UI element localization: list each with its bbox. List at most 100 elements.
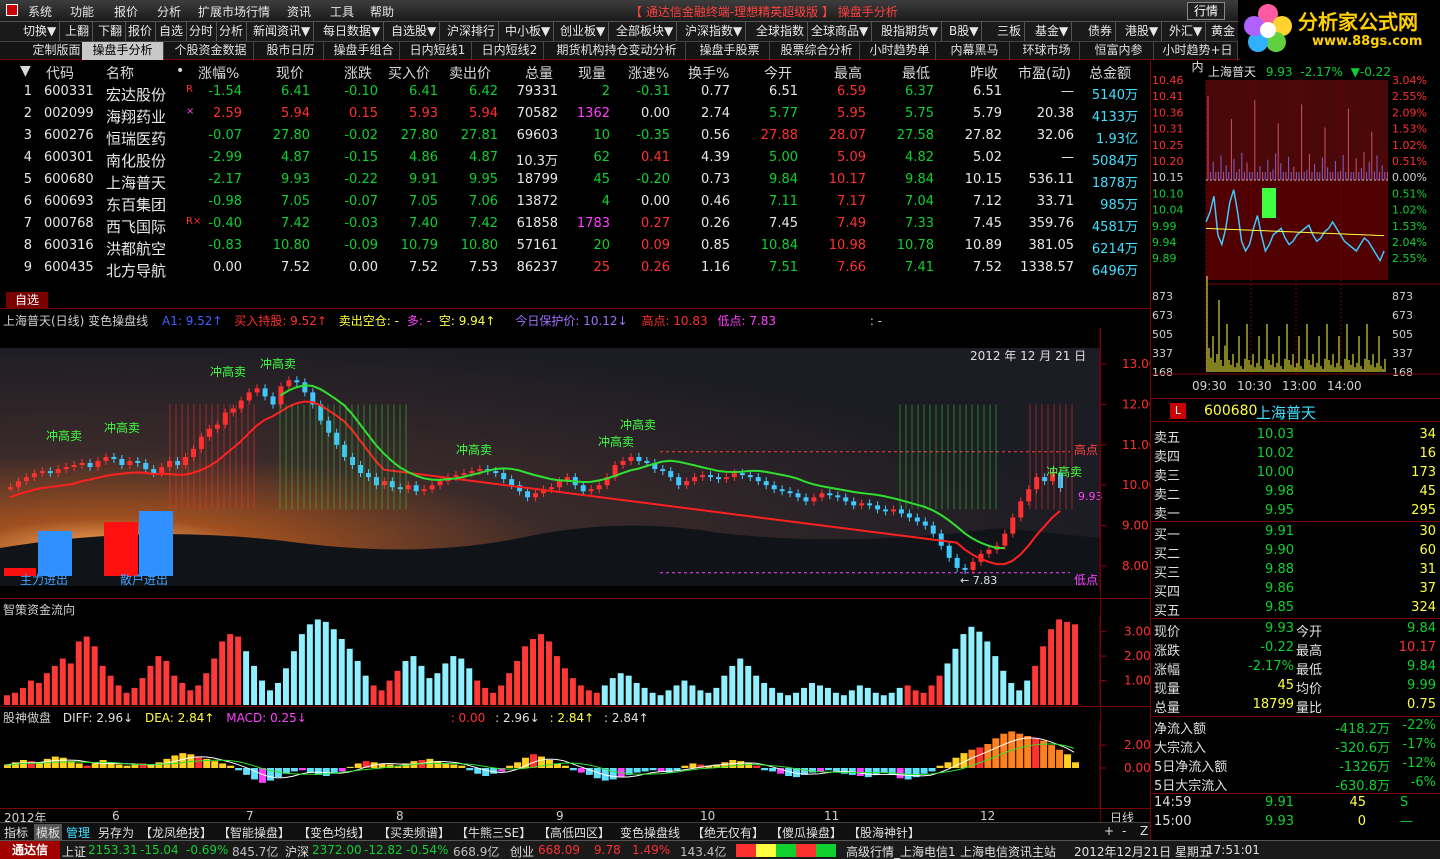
indicator-tab-13[interactable]: 【股海神针】 <box>848 824 920 841</box>
tab-14[interactable]: 小时趋势+日内 <box>1158 42 1238 74</box>
tab-13[interactable]: 恒富内参 <box>1084 42 1154 60</box>
column-header[interactable]: 今开 <box>764 63 792 83</box>
menu-system[interactable]: 系统 <box>28 3 52 20</box>
stat-row[interactable]: 涨跌 -0.22 最高 10.17 <box>1150 639 1440 659</box>
toolbar-item[interactable]: 港股▼ <box>1122 22 1163 41</box>
indicator-tab-3[interactable]: 另存为 <box>98 824 134 841</box>
ask-row[interactable]: 卖五 10.03 34 <box>1150 426 1440 446</box>
intraday-chart[interactable]: 10.46 10.41 10.36 10.31 10.25 10.20 10.15 10.10… <box>1150 62 1440 394</box>
tick-row[interactable]: 15:00 9.93 0 — <box>1150 813 1440 832</box>
tab-9[interactable]: 股票综合分析 <box>774 42 860 60</box>
ask-row[interactable]: 卖一 9.95 295 <box>1150 502 1440 522</box>
ask-row[interactable]: 卖三 10.00 173 <box>1150 464 1440 484</box>
watchlist-tab[interactable]: 自选 <box>6 292 48 308</box>
tab-6[interactable]: 日内短线2 <box>476 42 544 60</box>
tab-8[interactable]: 操盘手股票 <box>690 42 770 60</box>
stat-row[interactable]: 现价 9.93 今开 9.84 <box>1150 620 1440 640</box>
toolbar-item[interactable]: 债券 <box>1085 22 1117 41</box>
column-header[interactable]: 现量 <box>578 63 606 83</box>
tab-4[interactable]: 操盘手组合 <box>328 42 400 60</box>
cy-label[interactable]: 创业 <box>510 843 534 859</box>
column-header[interactable]: 最高 <box>834 63 862 83</box>
bid-row[interactable]: 买二 9.90 60 <box>1150 542 1440 562</box>
menu-extended-market[interactable]: 扩展市场行情 <box>198 3 270 20</box>
ask-row[interactable]: 卖二 9.98 45 <box>1150 483 1440 503</box>
indicator-tab-0[interactable]: 指标 <box>4 824 28 841</box>
fund-flow-row[interactable]: 大宗流入 -320.6万 -17% <box>1150 736 1440 756</box>
column-header[interactable]: 名称 <box>106 63 134 83</box>
table-row[interactable]: 1 600331 宏达股份 R -1.54 6.41 -0.10 6.41 6.42 79331 2… <box>0 82 1150 104</box>
stat-row[interactable]: 现量 45 均价 9.99 <box>1150 677 1440 697</box>
indicator-tab-10[interactable]: 变色操盘线 <box>620 824 680 841</box>
column-header[interactable]: 涨跌 <box>344 63 372 83</box>
toolbar-item[interactable]: 自选股▼ <box>388 22 441 41</box>
toolbar-item[interactable]: 新闻资讯▼ <box>250 22 315 41</box>
zoom-tool-button[interactable]: + <box>1104 824 1114 838</box>
table-row[interactable]: 3 600276 恒瑞医药 -0.07 27.80 -0.02 27.80 27.81 6960… <box>0 126 1150 148</box>
brand[interactable]: 通达信 <box>0 841 60 859</box>
column-header[interactable]: ▼ <box>20 63 31 79</box>
menu-quote[interactable]: 报价 <box>114 3 138 20</box>
indicator-tab-12[interactable]: 【傻瓜操盘】 <box>770 824 842 841</box>
indicator-tab-9[interactable]: 【高低四区】 <box>538 824 610 841</box>
fund-flow-row[interactable]: 5日净流入额 -1326万 -12% <box>1150 755 1440 775</box>
tab-3[interactable]: 股市日历 <box>258 42 324 60</box>
column-header[interactable]: 市盈(动) <box>1018 63 1071 83</box>
column-header[interactable]: 涨速% <box>628 63 669 83</box>
menu-news[interactable]: 资讯 <box>287 3 311 20</box>
toolbar-item[interactable]: 每日数据▼ <box>320 22 385 41</box>
info-server[interactable]: 上海电信资讯主站 <box>960 843 1056 859</box>
column-header[interactable]: 买入价 <box>388 63 430 83</box>
fund-flow-chart[interactable]: 3.00 2.00 1.00 <box>0 615 1150 707</box>
toolbar-item[interactable]: 股指期货▼ <box>878 22 943 41</box>
server-name[interactable]: 高级行情_上海电信1 <box>846 843 956 859</box>
tab-5[interactable]: 日内短线1 <box>404 42 472 60</box>
kline-chart[interactable]: 13.0012.0011.0010.009.008.00 冲高卖冲高卖冲高卖冲高… <box>0 328 1150 590</box>
fund-flow-row[interactable]: 净流入额 -418.2万 -22% <box>1150 717 1440 737</box>
indicator-tab-7[interactable]: 【买卖频谱】 <box>378 824 450 841</box>
column-header[interactable]: 卖出价 <box>449 63 491 83</box>
tab-1[interactable]: 操盘手分析 <box>82 42 164 60</box>
sh-label[interactable]: 上证 <box>62 843 86 859</box>
menu-help[interactable]: 帮助 <box>370 3 394 20</box>
toolbar-item[interactable]: 外汇▼ <box>1166 22 1207 41</box>
column-header[interactable]: 代码 <box>46 63 74 83</box>
toolbar-item[interactable]: 全部板块▼ <box>613 22 678 41</box>
indicator-tab-5[interactable]: 【智能操盘】 <box>218 824 290 841</box>
toolbar-item[interactable]: B股▼ <box>946 22 983 41</box>
bid-row[interactable]: 买三 9.88 31 <box>1150 561 1440 581</box>
toolbar-item[interactable]: 黄金 <box>1208 22 1240 41</box>
toolbar-item[interactable]: 三板 <box>994 22 1026 41</box>
toolbar-item[interactable]: 分时 <box>186 22 218 41</box>
column-header[interactable]: 最低 <box>902 63 930 83</box>
toolbar-item[interactable]: 下翻 <box>95 22 127 41</box>
table-row[interactable]: 4 600301 南化股份 -2.99 4.87 -0.15 4.86 4.87 10.3万 62… <box>0 148 1150 170</box>
toolbar-item[interactable]: 沪深指数▼ <box>682 22 747 41</box>
stat-row[interactable]: 总量 18799 量比 0.75 <box>1150 696 1440 716</box>
column-header[interactable]: 昨收 <box>970 63 998 83</box>
zoom-tool-button[interactable]: - <box>1122 824 1126 838</box>
tab-2[interactable]: 个股资金数据 <box>168 42 254 60</box>
toolbar-item[interactable]: 基金▼ <box>1032 22 1073 41</box>
indicator-tab-6[interactable]: 【变色均线】 <box>298 824 370 841</box>
indicator-tab-4[interactable]: 【龙凤绝技】 <box>140 824 212 841</box>
ask-row[interactable]: 卖四 10.02 16 <box>1150 445 1440 465</box>
zoom-tool-button[interactable]: Z <box>1140 824 1148 838</box>
tick-row[interactable]: 14:59 9.91 45 S <box>1150 794 1440 813</box>
toolbar-item[interactable]: 中小板▼ <box>502 22 555 41</box>
menu-function[interactable]: 功能 <box>70 3 94 20</box>
bid-row[interactable]: 买五 9.85 324 <box>1150 599 1440 619</box>
table-row[interactable]: 6 600693 东百集团 -0.98 7.05 -0.07 7.05 7.06 13872 4 0… <box>0 192 1150 214</box>
table-row[interactable]: 7 000768 西飞国际 R× -0.40 7.42 -0.03 7.40 7.42 61858… <box>0 214 1150 236</box>
indicator-tab-2[interactable]: 管理 <box>66 824 90 841</box>
macd-chart[interactable]: 2.00 0.00 <box>0 722 1150 808</box>
toolbar-item[interactable]: 上翻 <box>62 22 94 41</box>
column-header[interactable]: 总量 <box>525 63 553 83</box>
toolbar-item[interactable]: 创业板▼ <box>557 22 610 41</box>
toolbar-item[interactable]: 切换▼ <box>20 22 61 41</box>
table-row[interactable]: 5 600680 上海普天 -2.17 9.93 -0.22 9.91 9.95 18799 45… <box>0 170 1150 192</box>
table-row[interactable]: 8 600316 洪都航空 -0.83 10.80 -0.09 10.79 10.80 5716… <box>0 236 1150 258</box>
table-row[interactable]: 9 600435 北方导航 0.00 7.52 0.00 7.52 7.53 86237 25 0.… <box>0 258 1150 280</box>
tab-7[interactable]: 期货机构持仓变动分析 <box>548 42 686 60</box>
sz-label[interactable]: 沪深 <box>285 843 309 859</box>
